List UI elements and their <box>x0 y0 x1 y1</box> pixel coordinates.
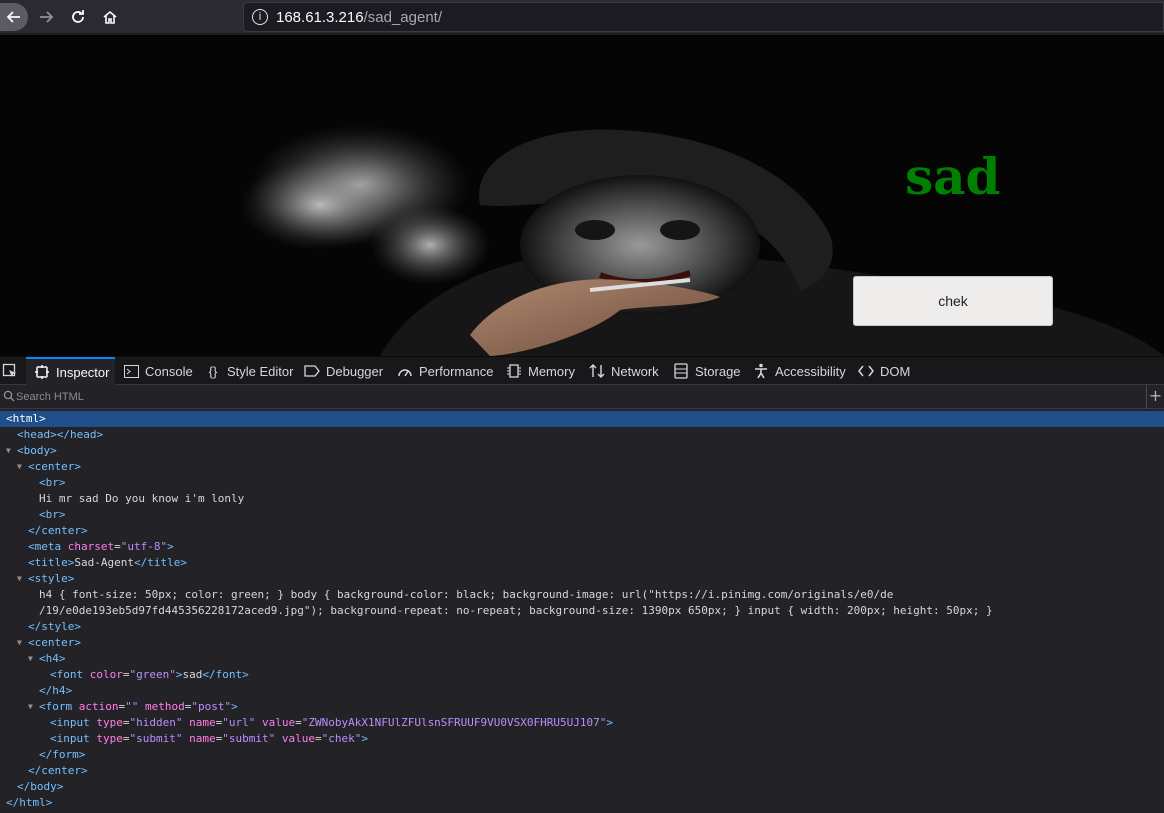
debugger-icon <box>304 363 320 379</box>
chevron-down-icon[interactable]: ▼ <box>17 459 27 475</box>
dom-icon <box>858 363 874 379</box>
tree-node-br[interactable]: <br> <box>0 475 1164 491</box>
tree-node-font[interactable]: <font color="green">sad</font> <box>0 667 1164 683</box>
tree-node-form[interactable]: ▼ <form action="" method="post"> <box>0 699 1164 715</box>
style-editor-icon: {} <box>208 363 218 379</box>
search-html-input[interactable] <box>16 387 1136 406</box>
forward-button[interactable] <box>32 3 60 31</box>
html-search-bar: + <box>0 385 1164 409</box>
tree-node-h4[interactable]: ▼ <h4> <box>0 651 1164 667</box>
tree-node-br[interactable]: <br> <box>0 507 1164 523</box>
html-tree: <html> <head></head> ▼ <body> ▼ <center> <… <box>0 411 1164 811</box>
tab-storage[interactable]: Storage <box>673 357 741 385</box>
chevron-down-icon[interactable]: ▼ <box>6 443 16 459</box>
tree-style-text[interactable]: /19/e0de193eb5d97fd445356228172aced9.jpg… <box>0 603 1164 619</box>
network-icon <box>589 363 605 379</box>
element-picker-icon[interactable] <box>2 363 18 379</box>
tab-style-editor[interactable]: {} Style Editor <box>205 357 294 385</box>
tab-memory[interactable]: Memory <box>506 357 575 385</box>
inspector-icon <box>34 364 50 380</box>
performance-icon <box>397 363 413 379</box>
tree-node-center-close[interactable]: </center> <box>0 523 1164 539</box>
tree-node-style[interactable]: ▼ <style> <box>0 571 1164 587</box>
tree-node-title[interactable]: <title>Sad-Agent</title> <box>0 555 1164 571</box>
tab-dom[interactable]: DOM <box>858 357 910 385</box>
chevron-down-icon[interactable]: ▼ <box>17 571 27 587</box>
tab-debugger[interactable]: Debugger <box>304 357 383 385</box>
info-icon[interactable]: i <box>252 9 268 25</box>
tab-console[interactable]: Console <box>123 357 193 385</box>
tab-performance[interactable]: Performance <box>397 357 493 385</box>
tree-style-text[interactable]: h4 { font-size: 50px; color: green; } bo… <box>0 587 1164 603</box>
memory-icon <box>506 363 522 379</box>
chek-submit-button[interactable]: chek <box>853 276 1053 326</box>
chevron-down-icon[interactable]: ▼ <box>17 635 27 651</box>
storage-icon <box>673 363 689 379</box>
tree-node-html[interactable]: <html> <box>0 411 1164 427</box>
back-button[interactable] <box>0 3 28 31</box>
sad-heading: sad <box>905 147 1001 206</box>
tree-node-meta[interactable]: <meta charset="utf-8"> <box>0 539 1164 555</box>
tab-network[interactable]: Network <box>589 357 659 385</box>
tree-node-style-close[interactable]: </style> <box>0 619 1164 635</box>
page-viewport: sad chek <box>0 35 1164 356</box>
tree-text-node[interactable]: Hi mr sad Do you know i'm lonly <box>0 491 1164 507</box>
reload-icon <box>72 10 84 23</box>
tree-node-input-hidden[interactable]: <input type="hidden" name="url" value="Z… <box>0 715 1164 731</box>
devtools-tab-bar: Inspector Console {} Style Editor Debugg… <box>0 357 1164 385</box>
tree-node-h4-close[interactable]: </h4> <box>0 683 1164 699</box>
chevron-down-icon[interactable]: ▼ <box>28 651 38 667</box>
add-node-button[interactable]: + <box>1146 385 1164 409</box>
reload-button[interactable] <box>64 3 92 31</box>
tree-node-body[interactable]: ▼ <body> <box>0 443 1164 459</box>
tree-node-form-close[interactable]: </form> <box>0 747 1164 763</box>
url-text: 168.61.3.216/sad_agent/ <box>276 9 442 26</box>
arrow-right-icon <box>40 11 54 23</box>
chevron-down-icon[interactable]: ▼ <box>28 699 38 715</box>
devtools-panel: Inspector Console {} Style Editor Debugg… <box>0 356 1164 813</box>
tree-node-head[interactable]: <head></head> <box>0 427 1164 443</box>
search-icon <box>3 390 15 402</box>
accessibility-icon <box>753 363 769 379</box>
tree-node-input-submit[interactable]: <input type="submit" name="submit" value… <box>0 731 1164 747</box>
tab-accessibility[interactable]: Accessibility <box>753 357 846 385</box>
tree-node-body-close[interactable]: </body> <box>0 779 1164 795</box>
url-bar[interactable]: i 168.61.3.216/sad_agent/ <box>243 2 1164 32</box>
tab-inspector[interactable]: Inspector <box>26 357 115 385</box>
tree-node-center-close[interactable]: </center> <box>0 763 1164 779</box>
console-icon <box>123 363 139 379</box>
tree-node-html-close[interactable]: </html> <box>0 795 1164 811</box>
browser-toolbar: i 168.61.3.216/sad_agent/ <box>0 0 1164 34</box>
tree-node-center[interactable]: ▼ <center> <box>0 459 1164 475</box>
home-icon <box>103 10 117 24</box>
arrow-left-icon <box>6 11 20 23</box>
home-button[interactable] <box>96 3 124 31</box>
tree-node-center[interactable]: ▼ <center> <box>0 635 1164 651</box>
